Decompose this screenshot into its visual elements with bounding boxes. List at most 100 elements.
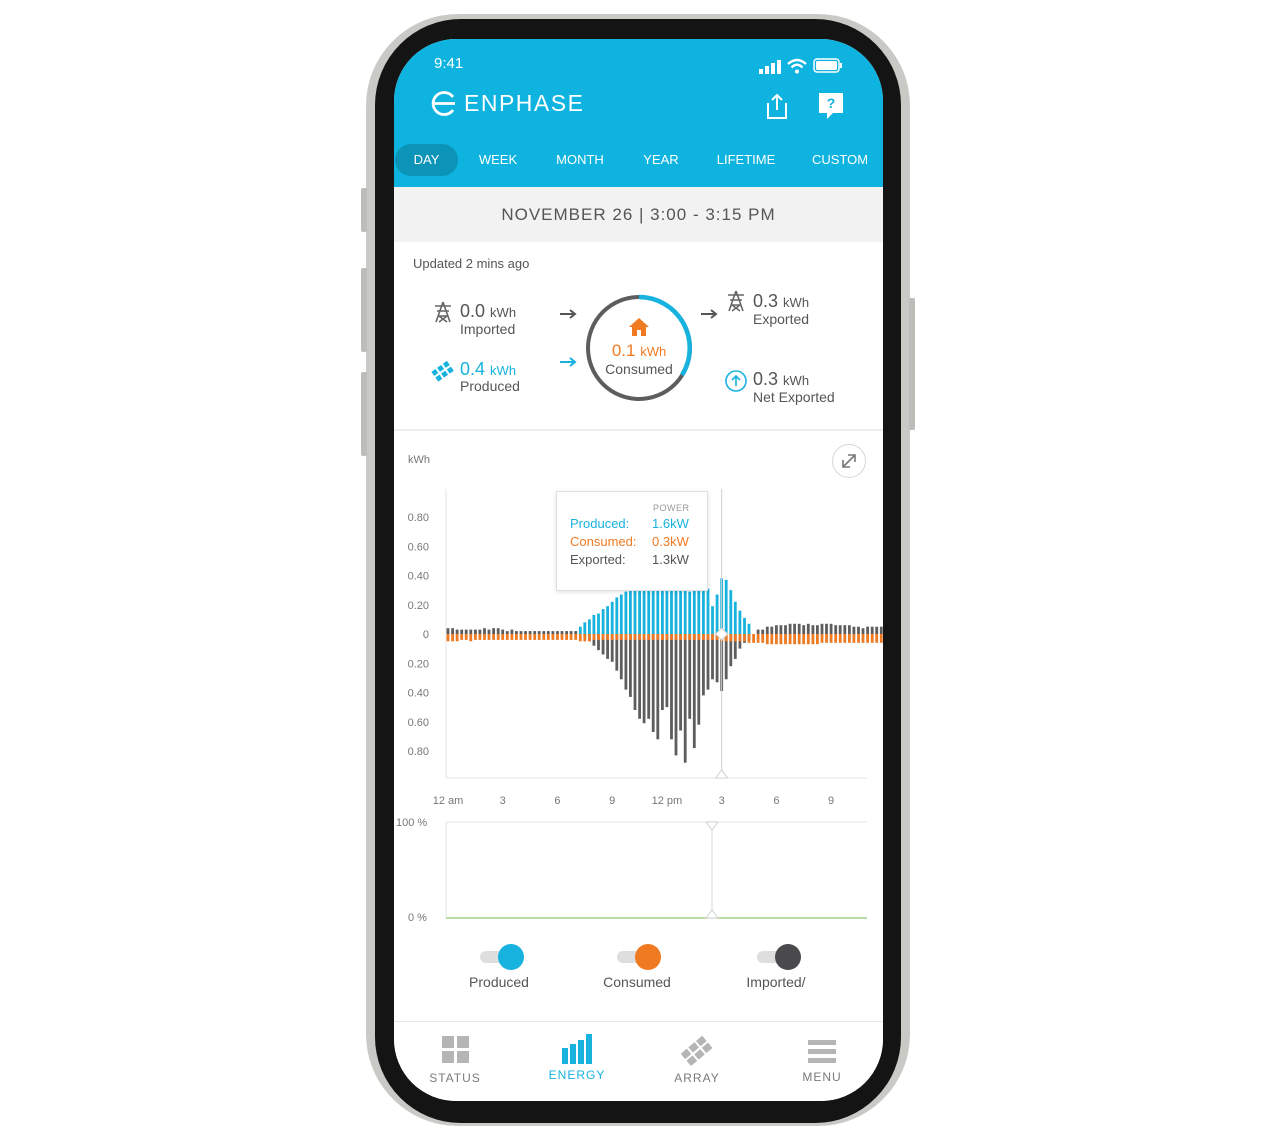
consumed-bar xyxy=(848,634,851,643)
tooltip-exported-value: 1.3kW xyxy=(652,552,689,567)
tab-year[interactable]: YEAR xyxy=(637,144,685,176)
home-icon xyxy=(629,318,649,336)
produced-bar xyxy=(679,588,682,634)
battery-icon xyxy=(813,58,842,73)
imported-exported-bar xyxy=(464,629,468,634)
net-exported-unit: kWh xyxy=(783,373,810,388)
tab-day[interactable]: DAY xyxy=(395,144,458,176)
y-tick-label: 0.80 xyxy=(408,746,429,758)
produced-bar xyxy=(651,588,655,634)
x-tick-label: 6 xyxy=(773,795,779,807)
consumed-bar xyxy=(670,634,673,640)
produced-bar xyxy=(743,617,746,634)
consumed-bar xyxy=(556,634,559,640)
solar-array-icon xyxy=(680,1035,713,1067)
legend-toggle-consumed[interactable] xyxy=(617,944,661,970)
consumed-bar xyxy=(697,634,701,640)
x-tick-label: 6 xyxy=(554,795,560,807)
net-export-icon xyxy=(725,370,747,392)
consumed-bar xyxy=(820,634,824,643)
consumed-bar xyxy=(619,634,623,640)
consumed-bar xyxy=(583,634,587,642)
nav-item-menu[interactable]: MENU xyxy=(777,1034,867,1094)
consumed-bar xyxy=(629,634,632,640)
imported-exported-bar xyxy=(665,634,669,708)
imported-exported-bar xyxy=(816,625,819,634)
consumed-bar xyxy=(519,634,523,640)
imported-exported-bar xyxy=(528,631,532,634)
expand-icon xyxy=(842,454,856,468)
imported-exported-bar xyxy=(756,629,760,634)
imported-exported-bar xyxy=(848,625,851,634)
date-range[interactable]: NOVEMBER 26 | 3:00 - 3:15 PM xyxy=(394,187,883,242)
chart-ylabel: kWh xyxy=(408,454,430,466)
consumed-bar xyxy=(683,634,687,640)
share-icon[interactable] xyxy=(764,92,790,120)
imported-exported-bar xyxy=(688,634,692,719)
tooltip-produced-label: Produced: xyxy=(570,516,630,531)
imported-exported-bar xyxy=(524,631,527,634)
imported-exported-bar xyxy=(533,631,537,634)
produced-bar xyxy=(661,588,664,634)
consumed-bar xyxy=(524,634,527,640)
imported-exported-bar xyxy=(546,631,550,634)
signal-icon xyxy=(759,60,781,74)
imported-exported-bar xyxy=(501,629,505,634)
consumed-bar xyxy=(816,634,819,645)
produced-metric: 0.4 kWh xyxy=(460,359,516,380)
y-tick-label: 0.40 xyxy=(408,688,429,700)
exported-unit: kWh xyxy=(783,295,810,310)
consumed-bar xyxy=(578,634,582,642)
legend-toggle-produced[interactable] xyxy=(480,944,524,970)
consumed-bar xyxy=(455,634,459,642)
legend-toggle-imported[interactable] xyxy=(757,944,801,970)
tab-custom[interactable]: CUSTOM xyxy=(807,144,873,176)
x-tick-label: 3 xyxy=(500,795,506,807)
solar-panel-icon xyxy=(431,360,454,382)
tab-month[interactable]: MONTH xyxy=(549,144,611,176)
imported-exported-bar xyxy=(661,634,664,710)
produced-bar xyxy=(724,579,728,634)
nav-label-energy: ENERGY xyxy=(548,1068,606,1082)
help-icon[interactable]: ? xyxy=(817,91,845,121)
produced-bar xyxy=(670,588,673,634)
consumed-label: Consumed xyxy=(605,361,673,377)
grid-tower-icon xyxy=(435,301,451,323)
imported-exported-bar xyxy=(505,631,509,634)
imported-exported-bar xyxy=(852,626,856,634)
produced-bar xyxy=(629,588,632,634)
imported-exported-bar xyxy=(825,623,828,634)
imported-exported-bar xyxy=(469,629,473,634)
imported-exported-bar xyxy=(542,631,546,634)
nav-item-energy[interactable]: ENERGY xyxy=(532,1034,622,1094)
produced-label: Produced xyxy=(460,378,520,394)
nav-item-status[interactable]: STATUS xyxy=(410,1034,500,1094)
arrow-right-icon xyxy=(560,357,577,367)
expand-chart-button[interactable] xyxy=(832,444,866,478)
consumed-bar xyxy=(729,634,733,642)
imported-exported-bar xyxy=(775,625,778,634)
imported-exported-bar xyxy=(802,625,806,634)
produced-bar xyxy=(610,601,614,634)
side-button-volume-down xyxy=(361,372,367,456)
imported-exported-bar xyxy=(460,629,464,634)
tooltip-exported-label: Exported: xyxy=(570,552,626,567)
consumed-bar xyxy=(515,634,518,640)
consumed-bar xyxy=(743,634,746,642)
nav-item-array[interactable]: ARRAY xyxy=(652,1034,742,1094)
imported-exported-bar xyxy=(820,623,824,634)
consumed-bar xyxy=(483,634,486,640)
period-tabs: DAY WEEK MONTH YEAR LIFETIME CUSTOM xyxy=(394,144,883,176)
brand-logo: ENPHASE xyxy=(430,90,584,117)
imported-value: 0.0 xyxy=(460,301,486,321)
imported-exported-bar xyxy=(496,628,500,635)
tab-week[interactable]: WEEK xyxy=(470,144,526,176)
imported-exported-bar xyxy=(519,631,523,634)
consumed-bar xyxy=(588,634,591,642)
bottom-nav: STATUS ENERGY ARRAY MENU xyxy=(394,1021,883,1101)
tab-lifetime[interactable]: LIFETIME xyxy=(711,144,781,176)
imported-exported-bar xyxy=(642,634,646,724)
imported-exported-bar xyxy=(674,634,678,756)
imported-exported-bar xyxy=(638,634,641,719)
hamburger-menu-icon xyxy=(808,1040,836,1063)
